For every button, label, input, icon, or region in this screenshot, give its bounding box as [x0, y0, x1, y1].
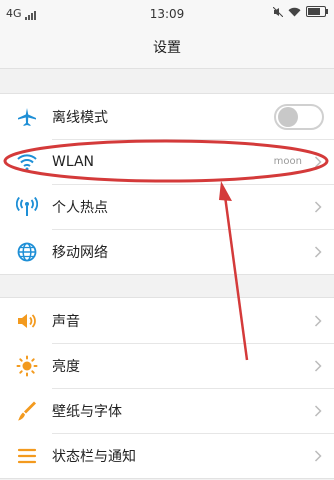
settings-item-label: 声音 [52, 313, 80, 330]
mute-icon [273, 6, 283, 17]
wlan-network-name: moon [273, 156, 302, 167]
settings-item-wlan[interactable]: WLAN moon [0, 139, 334, 184]
chevron-right-icon [308, 245, 328, 258]
settings-item-airplane-mode[interactable]: 离线模式 [0, 94, 334, 139]
airplane-icon [14, 104, 40, 130]
speaker-icon [14, 308, 40, 334]
settings-item-sound[interactable]: 声音 [0, 298, 334, 343]
chevron-right-icon [308, 449, 328, 462]
settings-item-mobile-network[interactable]: 移动网络 [0, 229, 334, 274]
wifi-icon [14, 149, 40, 175]
menu-lines-icon [14, 443, 40, 469]
chevron-right-icon [308, 155, 328, 168]
chevron-right-icon [308, 200, 328, 213]
chevron-right-icon [308, 404, 328, 417]
brush-icon [14, 398, 40, 424]
page-title: 设置 [153, 40, 181, 56]
hotspot-icon [14, 194, 40, 220]
airplane-mode-toggle[interactable] [274, 103, 324, 130]
settings-item-label: 移动网络 [52, 244, 108, 261]
settings-item-brightness[interactable]: 亮度 [0, 343, 334, 388]
settings-item-label: 个人热点 [52, 199, 108, 216]
status-bar: 4G 13:09 [0, 0, 334, 28]
settings-item-label: 亮度 [52, 358, 80, 375]
page-title-bar: 设置 [0, 28, 334, 69]
chevron-right-icon [308, 314, 328, 327]
status-icons [273, 6, 328, 17]
settings-group-display: 声音 亮度 壁纸与字体 状态栏与通知 [0, 297, 334, 479]
settings-item-label: 状态栏与通知 [52, 448, 136, 465]
settings-item-wallpaper-font[interactable]: 壁纸与字体 [0, 388, 334, 433]
settings-item-label: WLAN [52, 153, 95, 170]
battery-icon [306, 6, 328, 17]
chevron-right-icon [308, 359, 328, 372]
wifi-icon [288, 7, 301, 16]
settings-item-label: 离线模式 [52, 109, 108, 126]
settings-item-hotspot[interactable]: 个人热点 [0, 184, 334, 229]
globe-icon [14, 239, 40, 265]
settings-item-status-bar-notifications[interactable]: 状态栏与通知 [0, 433, 334, 478]
settings-item-label: 壁纸与字体 [52, 403, 122, 420]
sun-icon [14, 353, 40, 379]
settings-group-connectivity: 离线模式 WLAN moon 个人热点 移动网络 [0, 93, 334, 275]
